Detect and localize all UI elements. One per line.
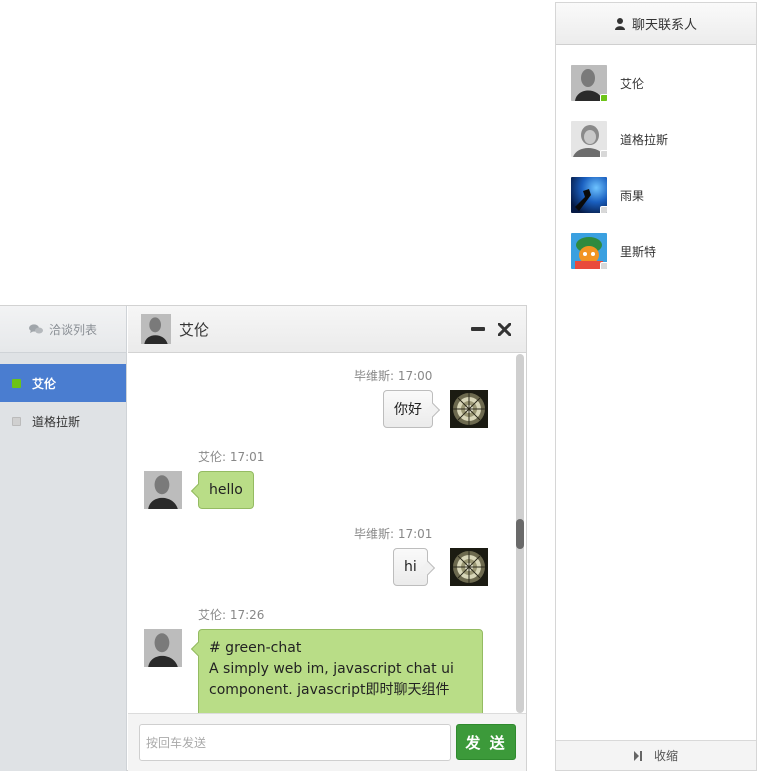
conversation-list-title: 洽谈列表 (48, 322, 97, 337)
message-bubble: hi (393, 548, 428, 586)
contact-item-allen[interactable]: 艾伦 (571, 65, 644, 101)
send-button[interactable]: 发 送 (456, 724, 516, 760)
scrollbar-thumb[interactable] (516, 519, 524, 549)
conversation-list: 洽谈列表 艾伦 道格拉斯 (0, 306, 127, 771)
message-text-line: A simply web im, javascript chat ui (209, 661, 454, 677)
conversation-name: 道格拉斯 (32, 414, 81, 429)
contacts-header: 聊天联系人 (556, 3, 756, 45)
conversation-list-header: 洽谈列表 (0, 306, 126, 353)
message-meta: 艾伦: 17:01 (198, 450, 265, 464)
contacts-header-label: 聊天联系人 (631, 18, 697, 33)
comments-icon (28, 323, 43, 335)
message-text: hello (209, 482, 243, 498)
message-bubble: 你好 (383, 390, 433, 428)
offline-indicator (12, 416, 21, 426)
contact-item-hugo[interactable]: 雨果 (571, 177, 644, 213)
conversation-item-douglas[interactable]: 道格拉斯 (0, 402, 126, 440)
message-bubble: hello (198, 471, 254, 509)
message-meta: 毕维斯: 17:01 (354, 527, 433, 541)
avatar (144, 471, 182, 509)
close-icon[interactable] (496, 321, 512, 337)
avatar (141, 314, 171, 344)
contact-name: 道格拉斯 (620, 132, 669, 147)
message-meta: 艾伦: 17:26 (198, 608, 265, 622)
user-icon (614, 17, 625, 30)
minimize-icon[interactable] (470, 321, 486, 337)
chat-header: 艾伦 (128, 306, 526, 353)
input-bar: 发 送 (128, 713, 526, 771)
conversation-name: 艾伦 (32, 376, 57, 391)
contact-name: 雨果 (620, 188, 645, 203)
message-text-line: # green-chat (209, 640, 302, 656)
message-text-line: component. javascript即时聊天组件 (209, 682, 450, 698)
message-meta: 毕维斯: 17:00 (354, 369, 433, 383)
status-dot (600, 150, 607, 157)
chat-title: 艾伦 (179, 320, 210, 339)
message-area[interactable]: 毕维斯: 17:00 你好 艾伦: 17:01 hello 毕维斯: 17:01… (128, 354, 526, 713)
message-text: hi (404, 559, 417, 575)
contact-item-rist[interactable]: 里斯特 (571, 233, 656, 269)
contact-item-douglas[interactable]: 道格拉斯 (571, 121, 668, 157)
avatar (571, 65, 607, 101)
status-dot (600, 262, 607, 269)
collapse-label: 收缩 (653, 749, 678, 763)
scrollbar[interactable] (516, 354, 524, 713)
status-dot (600, 206, 607, 213)
conversation-item-allen[interactable]: 艾伦 (0, 364, 126, 402)
contact-name: 艾伦 (620, 76, 645, 91)
contacts-panel: 聊天联系人 艾伦 道格拉斯 雨果 里斯特 收缩 (555, 2, 757, 771)
message-input[interactable] (139, 724, 451, 761)
message-bubble: # green-chat A simply web im, javascript… (198, 629, 483, 713)
chat-window: 洽谈列表 艾伦 道格拉斯 艾伦 毕维斯: 17:00 你好 艾伦: 17:01 … (0, 305, 527, 771)
chat-panel: 艾伦 毕维斯: 17:00 你好 艾伦: 17:01 hello 毕维斯: 17… (128, 306, 526, 771)
avatar (450, 548, 488, 586)
online-indicator (12, 378, 21, 388)
avatar (571, 233, 607, 269)
step-forward-icon (633, 750, 642, 761)
collapse-button[interactable]: 收缩 (556, 740, 756, 770)
contact-name: 里斯特 (620, 244, 657, 259)
avatar (144, 629, 182, 667)
avatar (450, 390, 488, 428)
avatar (571, 177, 607, 213)
avatar (571, 121, 607, 157)
message-text: 你好 (394, 402, 422, 418)
status-dot (600, 94, 607, 101)
